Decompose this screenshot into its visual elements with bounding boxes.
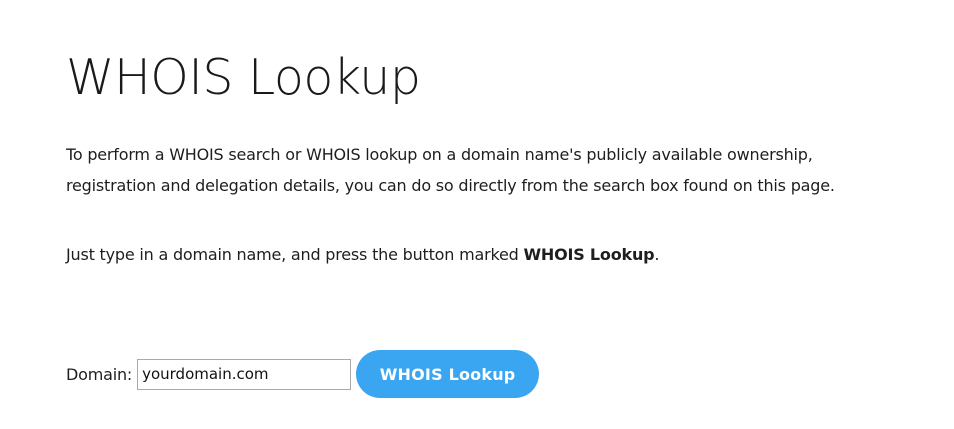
page-title: WHOIS Lookup xyxy=(66,49,421,106)
intro-paragraph: To perform a WHOIS search or WHOIS looku… xyxy=(66,145,835,195)
instruction-text: Just type in a domain name, and press th… xyxy=(66,245,524,264)
domain-label: Domain: xyxy=(66,364,133,384)
whois-search-form: Domain: WHOIS Lookup xyxy=(66,350,540,398)
main-content: WHOIS Lookup To perform a WHOIS search o… xyxy=(66,48,926,270)
instruction-period: . xyxy=(654,245,660,264)
whois-lookup-button[interactable]: WHOIS Lookup xyxy=(356,350,540,398)
instruction-button-name: WHOIS Lookup xyxy=(523,245,655,264)
domain-input[interactable] xyxy=(137,358,352,390)
instruction-paragraph: Just type in a domain name, and press th… xyxy=(66,239,926,270)
